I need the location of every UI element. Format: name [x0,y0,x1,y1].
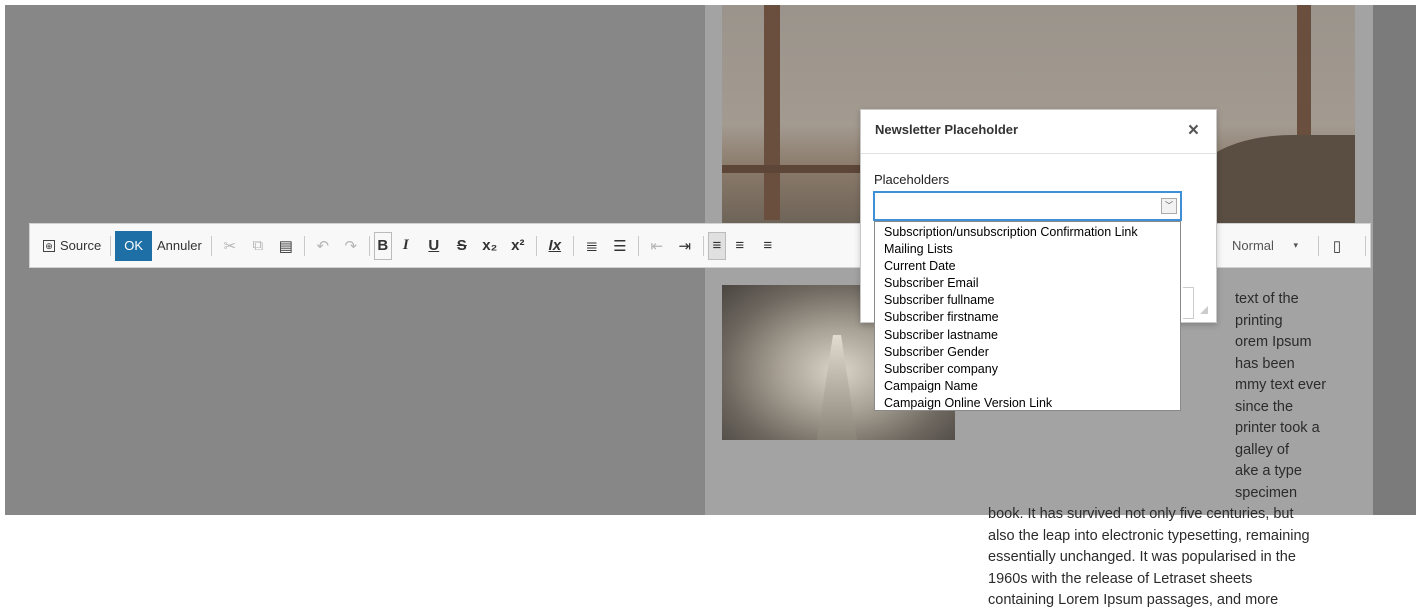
dropdown-option[interactable]: Current Date [875,258,1180,275]
dropdown-option[interactable]: Subscription/unsubscription Confirmation… [875,224,1180,241]
source-label: Source [60,238,102,253]
resize-handle-icon[interactable] [1200,306,1208,314]
show-blocks-icon[interactable]: ▯ [1323,232,1351,260]
italic-icon[interactable]: I [392,232,420,260]
dropdown-option[interactable]: Subscriber firstname [875,309,1180,326]
bridge-tower-left [764,5,780,220]
walkway-shape [817,335,857,440]
paragraph-line: essentially unchanged. It was popularise… [988,549,1296,565]
copy-icon[interactable]: ⧉ [244,232,272,260]
numbered-list-icon[interactable]: ≣ [578,232,606,260]
toolbar-separator [368,235,370,256]
close-icon[interactable]: × [1188,120,1199,142]
toolbar-separator [303,235,305,256]
align-right-icon[interactable]: ≡ [754,232,782,260]
paragraph-line: printer took a galley of [1235,420,1320,458]
paragraph-line: ake a type specimen [1235,463,1302,501]
dropdown-option[interactable]: Subscriber company [875,361,1180,378]
toolbar-separator [535,235,537,256]
placeholders-dropdown-list: Subscription/unsubscription Confirmation… [874,221,1181,411]
chevron-down-icon: ▾ [1293,240,1298,250]
paragraph-line: also the leap into electronic typesettin… [988,527,1310,544]
superscript-icon[interactable]: x² [504,232,532,260]
bold-icon[interactable]: B [373,231,392,260]
dialog-header: Newsletter Placeholder × [861,110,1216,154]
overlay-right-area [1373,5,1416,515]
indent-icon[interactable]: ⇥ [671,232,699,260]
subscript-icon[interactable]: x₂ [476,232,504,260]
outdent-icon[interactable]: ⇤ [643,232,671,260]
toolbar-separator [210,235,212,256]
source-button[interactable]: ⊕ Source [38,232,106,260]
format-select-value: Normal [1232,238,1274,253]
toolbar-separator [572,235,574,256]
underline-icon[interactable]: U [420,232,448,260]
toolbar-separator [110,235,112,256]
dropdown-option[interactable]: Subscriber fullname [875,292,1180,309]
source-icon: ⊕ [43,239,55,252]
paragraph-line: 1960s with the release of Letraset sheet… [988,570,1253,587]
dropdown-option[interactable]: Subscriber Gender [875,344,1180,361]
bridge-tower-right [1297,5,1311,155]
align-left-icon[interactable]: ≡ [707,231,726,260]
paragraph-line: containing Lorem Ipsum passages, and mor… [988,592,1279,608]
dialog-field-edge [1183,287,1194,319]
dropdown-option[interactable]: Campaign Online Version Link [875,395,1180,412]
toolbar-separator [1318,235,1319,256]
align-center-icon[interactable]: ≡ [726,232,754,260]
cancel-button[interactable]: Annuler [152,232,207,260]
redo-icon[interactable]: ↷ [337,232,365,260]
toolbar-separator [1365,235,1366,256]
cut-icon[interactable]: ✂ [216,232,244,260]
toolbar-separator [702,235,704,256]
chevron-down-icon: ﹀ [1161,198,1177,214]
ok-button[interactable]: OK [115,230,152,261]
dialog-title: Newsletter Placeholder [875,122,1019,137]
undo-icon[interactable]: ↶ [309,232,337,260]
strikethrough-icon[interactable]: S [448,232,476,260]
dropdown-option[interactable]: Subscriber Email [875,275,1180,292]
dropdown-option[interactable]: Mailing Lists [875,241,1180,258]
format-select[interactable]: Normal ▾ [1226,232,1304,260]
dropdown-option[interactable]: Campaign Name [875,378,1180,395]
paste-icon[interactable]: ▤ [272,232,300,260]
placeholders-label: Placeholders [874,172,950,187]
remove-format-icon[interactable]: Ix [541,232,569,260]
bulleted-list-icon[interactable]: ☰ [606,232,634,260]
placeholders-select[interactable]: ﹀ [873,191,1182,221]
dropdown-option[interactable]: Subscriber lastname [875,327,1180,344]
toolbar-separator [637,235,639,256]
